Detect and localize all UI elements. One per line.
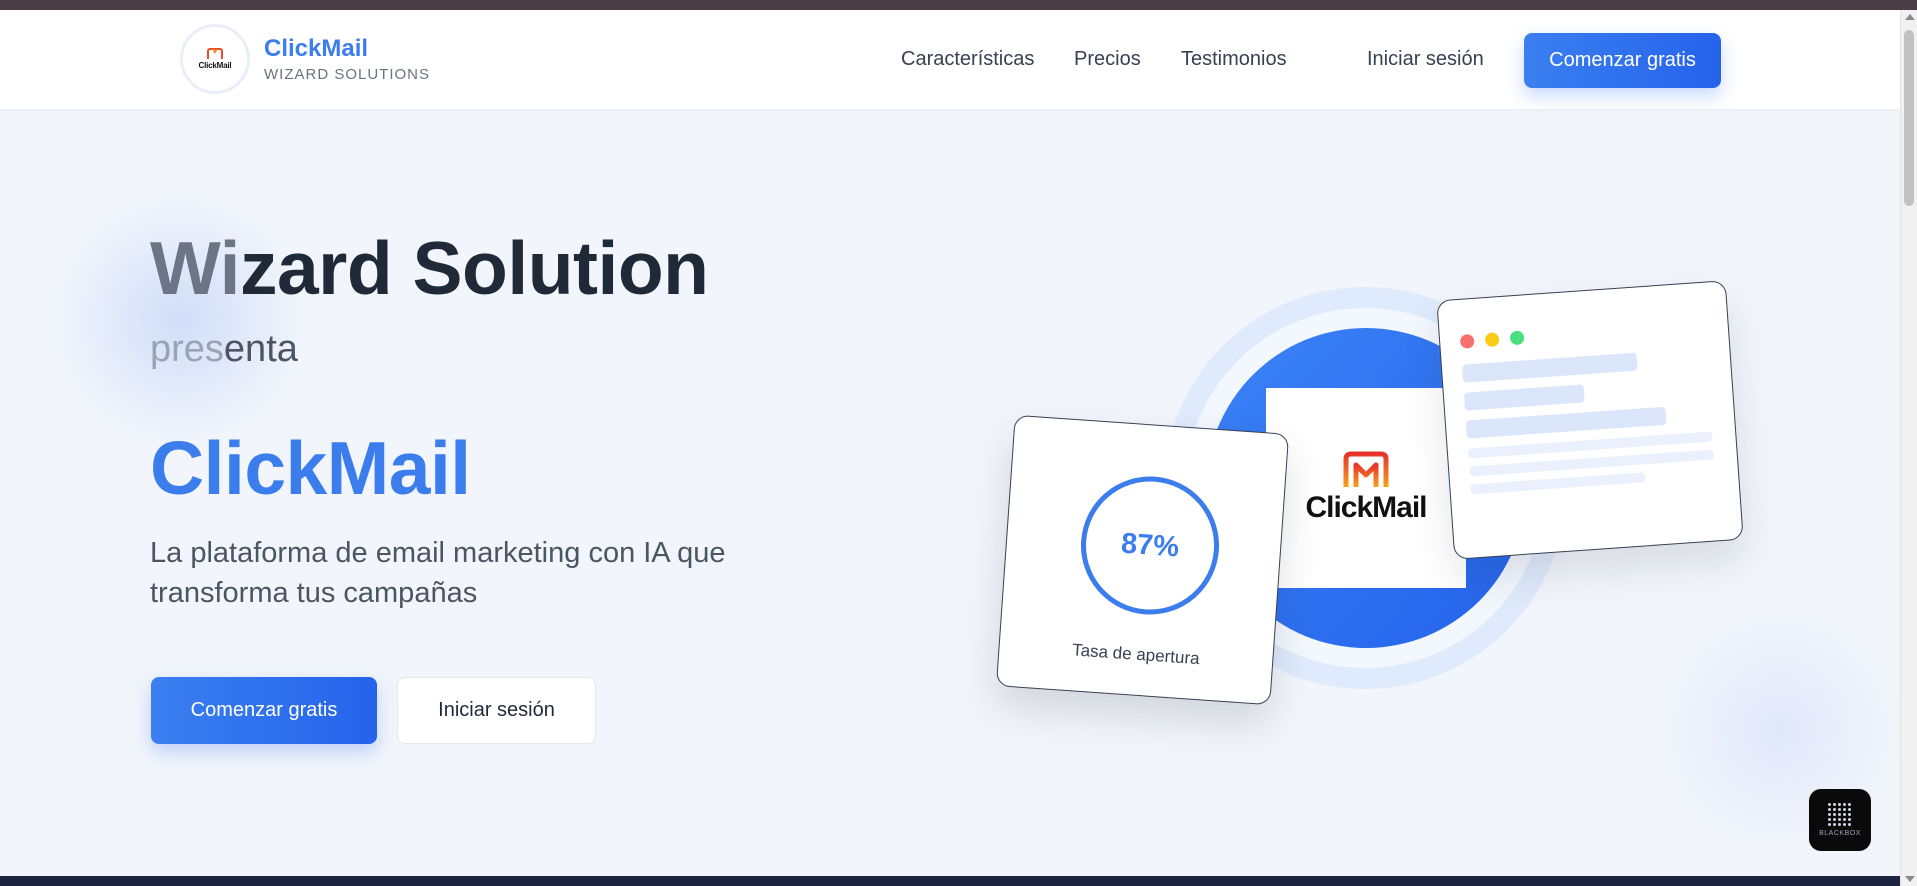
window-maximize-dot-icon bbox=[1509, 330, 1525, 346]
hero-presenta-rest: enta bbox=[223, 328, 298, 370]
open-rate-value: 87% bbox=[1119, 527, 1181, 563]
hero-title-rest: zard Solution bbox=[239, 226, 709, 310]
next-section-edge bbox=[0, 876, 1900, 886]
nav-link-testimonials[interactable]: Testimonios bbox=[1181, 48, 1287, 71]
email-preview-card bbox=[1436, 280, 1744, 560]
m-logo-icon bbox=[207, 48, 223, 59]
logo-mini-text: ClickMail bbox=[198, 61, 232, 70]
open-rate-card: 87% Tasa de apertura bbox=[995, 414, 1290, 706]
hero-presenta: presenta bbox=[150, 328, 298, 371]
placeholder-line bbox=[1461, 352, 1638, 383]
open-rate-label: Tasa de apertura bbox=[1071, 640, 1201, 669]
window-close-dot-icon bbox=[1459, 333, 1475, 349]
scroll-thumb[interactable] bbox=[1904, 30, 1914, 206]
hero-presenta-fade: pres bbox=[150, 328, 224, 370]
scroll-up-arrow-icon[interactable] bbox=[1905, 14, 1915, 20]
brand[interactable]: ClickMail ClickMail WIZARD SOLUTIONS bbox=[180, 24, 430, 94]
hero-title: Wizard Solution bbox=[150, 225, 709, 311]
blackbox-icon[interactable]: BLACKBOX bbox=[1809, 789, 1871, 851]
brand-text: ClickMail WIZARD SOLUTIONS bbox=[264, 34, 431, 83]
clickmail-logo-card: ClickMail bbox=[1266, 388, 1466, 588]
nav-link-features[interactable]: Características bbox=[901, 48, 1034, 71]
hero-title-fade: Wi bbox=[150, 226, 240, 310]
clickmail-logo-icon: ClickMail bbox=[180, 24, 250, 94]
browser-top-strip bbox=[0, 0, 1917, 10]
placeholder-line bbox=[1470, 472, 1646, 495]
logo-card-wordmark: ClickMail bbox=[1305, 491, 1427, 524]
hero-start-free-button[interactable]: Comenzar gratis bbox=[151, 677, 377, 744]
header-start-free-button[interactable]: Comenzar gratis bbox=[1524, 33, 1721, 88]
clickmail-m-icon bbox=[1343, 451, 1389, 487]
nav-link-prices[interactable]: Precios bbox=[1074, 48, 1141, 71]
hero-tagline: La plataforma de email marketing con IA … bbox=[150, 537, 726, 609]
brand-name: ClickMail bbox=[264, 34, 369, 62]
placeholder-line bbox=[1463, 384, 1585, 411]
nav-login-link[interactable]: Iniciar sesión bbox=[1367, 48, 1484, 71]
placeholder-line bbox=[1465, 406, 1667, 439]
page-viewport: ClickMail ClickMail WIZARD SOLUTIONS Car… bbox=[0, 10, 1900, 876]
blackbox-grid-icon bbox=[1828, 803, 1852, 827]
page-scrollbar[interactable] bbox=[1900, 10, 1917, 886]
window-minimize-dot-icon bbox=[1484, 332, 1500, 348]
hero-product-name: ClickMail bbox=[150, 426, 471, 510]
blackbox-label: BLACKBOX bbox=[1819, 830, 1861, 837]
hero-login-button[interactable]: Iniciar sesión bbox=[397, 677, 596, 744]
brand-subtitle: WIZARD SOLUTIONS bbox=[264, 65, 431, 83]
open-rate-ring: 87% bbox=[1076, 471, 1224, 620]
site-header: ClickMail ClickMail WIZARD SOLUTIONS Car… bbox=[0, 10, 1900, 109]
scroll-down-arrow-icon[interactable] bbox=[1905, 876, 1915, 882]
